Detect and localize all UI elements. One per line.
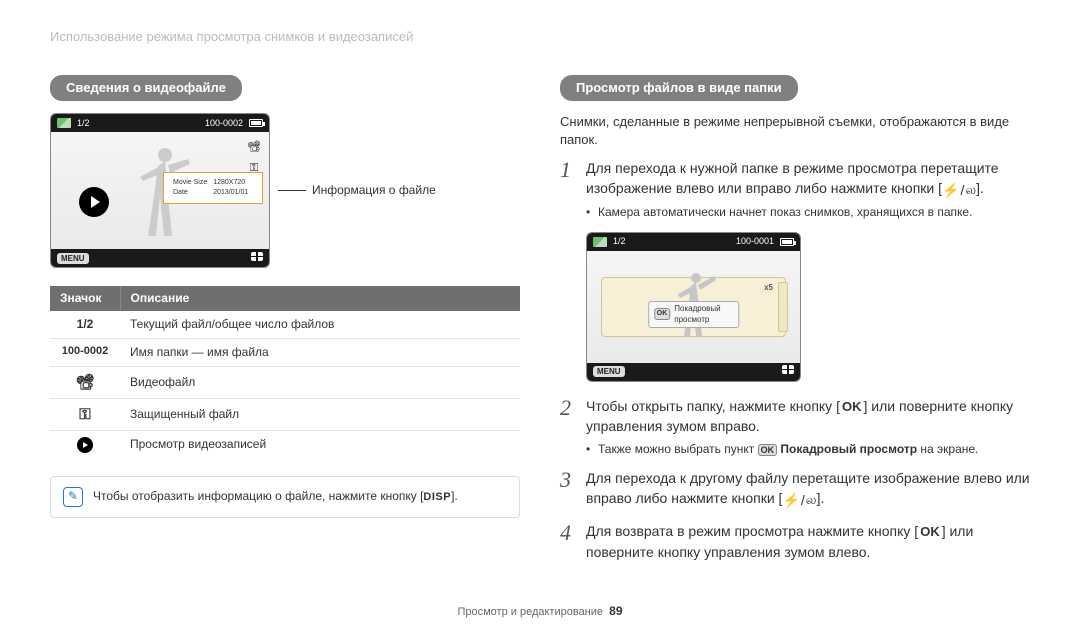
th-icon: Значок <box>50 286 120 311</box>
step-4: 4 Для возврата в режим просмотра нажмите… <box>560 521 1030 562</box>
folder-icon: x5 OK Покадровый просмотр <box>601 277 786 337</box>
menu-button: MENU <box>57 253 89 264</box>
ok-pill: OK Покадровый просмотр <box>648 301 740 327</box>
intro-para: Снимки, сделанные в режиме непрерывной с… <box>560 113 1030 149</box>
video-info-screenshot: 1/2 100-0002 <box>50 113 270 268</box>
step2-sub: Также можно выбрать пункт OK Покадровый … <box>586 441 1030 458</box>
right-column: Просмотр файлов в виде папки Снимки, сде… <box>560 20 1030 572</box>
page-footer: Просмотр и редактирование 89 <box>0 603 1080 620</box>
play-icon <box>79 187 109 217</box>
file-info-overlay: Movie Size1280X720 Date2013/01/01 <box>163 172 263 203</box>
left-column: Сведения о видеофайле 1/2 100-0002 <box>50 20 520 572</box>
grid-icon <box>782 365 794 374</box>
step1-sub: Камера автоматически начнет показ снимко… <box>586 204 1030 221</box>
step-3: 3 Для перехода к другому файлу перетащит… <box>560 468 1030 511</box>
step-1: 1 Для перехода к нужной папке в режиме п… <box>560 158 1030 222</box>
grid-icon <box>251 252 263 261</box>
menu-button: MENU <box>593 366 625 377</box>
step-2: 2 Чтобы открыть папку, нажмите кнопку [O… <box>560 396 1030 459</box>
table-row: 📽Видеофайл <box>50 366 520 398</box>
th-desc: Описание <box>120 286 520 311</box>
overlay-caption: Информация о файле <box>312 182 436 199</box>
folder-view-screenshot: 1/2 100-0001 <box>586 232 801 382</box>
breadcrumb: Использование режима просмотра снимков и… <box>50 28 413 46</box>
timer-icon: ல <box>806 491 817 510</box>
table-row: Просмотр видеозаписей <box>50 430 520 458</box>
burst-count: x5 <box>764 282 773 293</box>
thumbnail-icon <box>593 237 607 247</box>
play-icon <box>77 437 93 453</box>
battery-icon <box>780 238 794 246</box>
section-heading-left: Сведения о видеофайле <box>50 75 242 101</box>
ok-button-label: OK <box>918 523 942 542</box>
thumbnail-icon <box>57 118 71 128</box>
lock-icon: ⚿ <box>79 406 90 423</box>
section-heading-right: Просмотр файлов в виде папки <box>560 75 798 101</box>
file-counter: 1/2 <box>613 235 626 248</box>
folder-id: 100-0001 <box>736 235 774 248</box>
file-counter: 1/2 <box>77 117 90 130</box>
flash-icon: ⚡ <box>942 180 959 200</box>
video-icon: 📽 <box>247 140 261 155</box>
table-row: ⚿Защищенный файл <box>50 398 520 430</box>
table-row: 1/2Текущий файл/общее число файлов <box>50 311 520 338</box>
flash-icon: ⚡ <box>782 490 799 510</box>
ok-button-label: OK <box>840 398 864 417</box>
battery-icon <box>249 119 263 127</box>
note-icon: ✎ <box>63 487 83 507</box>
disp-note: ✎ Чтобы отобразить информацию о файле, н… <box>50 476 520 518</box>
folder-id: 100-0002 <box>205 117 243 130</box>
icon-table: Значок Описание 1/2Текущий файл/общее чи… <box>50 286 520 457</box>
timer-icon: ல <box>965 181 976 200</box>
table-row: 100-0002Имя папки — имя файла <box>50 338 520 366</box>
video-icon: 📽 <box>75 374 94 391</box>
disp-button-label: DISP <box>423 490 451 505</box>
